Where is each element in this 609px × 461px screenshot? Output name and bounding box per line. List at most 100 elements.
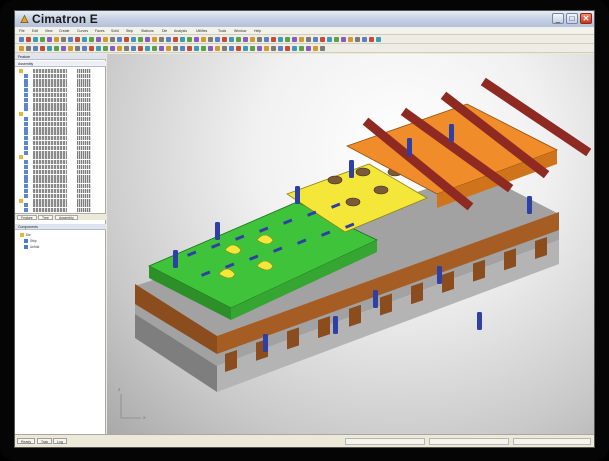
status-tab-task[interactable]: Task — [37, 438, 53, 444]
toolbar-tool-icon[interactable] — [89, 46, 94, 51]
toolbar-tool-icon[interactable] — [103, 46, 108, 51]
menu-item-utilities[interactable]: Utilities — [196, 29, 207, 33]
toolbar-tool-icon[interactable] — [117, 37, 122, 42]
toolbar-tool-icon[interactable] — [75, 37, 80, 42]
toolbar-tool-icon[interactable] — [285, 46, 290, 51]
toolbar-tool-icon[interactable] — [166, 46, 171, 51]
toolbar-tool-icon[interactable] — [278, 37, 283, 42]
toolbar-tool-icon[interactable] — [54, 46, 59, 51]
toolbar-tool-icon[interactable] — [40, 37, 45, 42]
toolbar-tool-icon[interactable] — [292, 46, 297, 51]
toolbar-tool-icon[interactable] — [131, 37, 136, 42]
menu-item-faces[interactable]: Faces — [95, 29, 105, 33]
toolbar-tool-icon[interactable] — [229, 46, 234, 51]
toolbar-tool-icon[interactable] — [208, 37, 213, 42]
graphics-viewport[interactable]: Z X — [107, 54, 594, 434]
toolbar-tool-icon[interactable] — [145, 37, 150, 42]
toolbar-tool-icon[interactable] — [257, 46, 262, 51]
toolbar-tool-icon[interactable] — [215, 37, 220, 42]
menu-item-strip[interactable]: Strip — [126, 29, 133, 33]
toolbar-tool-icon[interactable] — [173, 46, 178, 51]
status-tab-ready[interactable]: Ready — [17, 438, 36, 444]
toolbar-tool-icon[interactable] — [89, 37, 94, 42]
toolbar-tool-icon[interactable] — [180, 46, 185, 51]
toolbar-tool-icon[interactable] — [236, 37, 241, 42]
toolbar-tool-icon[interactable] — [243, 37, 248, 42]
toolbar-tool-icon[interactable] — [166, 37, 171, 42]
tab-assembly[interactable]: Assembly — [55, 215, 78, 220]
toolbar-tool-icon[interactable] — [229, 37, 234, 42]
toolbar-tool-icon[interactable] — [236, 46, 241, 51]
toolbar-tool-icon[interactable] — [320, 46, 325, 51]
toolbar-tool-icon[interactable] — [271, 46, 276, 51]
toolbar-tool-icon[interactable] — [159, 37, 164, 42]
toolbar-tool-icon[interactable] — [194, 37, 199, 42]
toolbar-tool-icon[interactable] — [222, 46, 227, 51]
toolbar-tool-icon[interactable] — [159, 46, 164, 51]
toolbar-tool-icon[interactable] — [306, 46, 311, 51]
tab-tree[interactable]: Tree — [38, 215, 53, 220]
tab-feature[interactable]: Feature — [17, 215, 37, 220]
toolbar-tool-icon[interactable] — [96, 37, 101, 42]
toolbar-tool-icon[interactable] — [96, 46, 101, 51]
toolbar-tool-icon[interactable] — [180, 37, 185, 42]
toolbar-tool-icon[interactable] — [201, 37, 206, 42]
toolbar-tool-icon[interactable] — [145, 46, 150, 51]
status-tab-log[interactable]: Log — [53, 438, 67, 444]
toolbar-tool-icon[interactable] — [26, 37, 31, 42]
menu-item-curves[interactable]: Curves — [77, 29, 88, 33]
toolbar-tool-icon[interactable] — [110, 46, 115, 51]
toolbar-tool-icon[interactable] — [341, 37, 346, 42]
list-item[interactable]: Unfold — [15, 244, 106, 250]
toolbar-tool-icon[interactable] — [264, 46, 269, 51]
toolbar-tool-icon[interactable] — [187, 46, 192, 51]
toolbar-tool-icon[interactable] — [61, 37, 66, 42]
toolbar-tool-icon[interactable] — [68, 37, 73, 42]
toolbar-tool-icon[interactable] — [334, 37, 339, 42]
menu-item-solid[interactable]: Solid — [111, 29, 119, 33]
toolbar-tool-icon[interactable] — [327, 37, 332, 42]
toolbar-tool-icon[interactable] — [152, 37, 157, 42]
toolbar-tool-icon[interactable] — [222, 37, 227, 42]
toolbar-tool-icon[interactable] — [138, 46, 143, 51]
toolbar-tool-icon[interactable] — [362, 37, 367, 42]
menu-item-edit[interactable]: Edit — [32, 29, 38, 33]
toolbar-tool-icon[interactable] — [194, 46, 199, 51]
toolbar-tool-icon[interactable] — [131, 46, 136, 51]
toolbar-tool-icon[interactable] — [348, 37, 353, 42]
toolbar-tool-icon[interactable] — [82, 37, 87, 42]
toolbar-tool-icon[interactable] — [40, 46, 45, 51]
menu-item-view[interactable]: View — [45, 29, 53, 33]
toolbar-tool-icon[interactable] — [299, 46, 304, 51]
toolbar-tool-icon[interactable] — [271, 37, 276, 42]
toolbar-tool-icon[interactable] — [33, 37, 38, 42]
toolbar-tool-icon[interactable] — [250, 37, 255, 42]
toolbar-tool-icon[interactable] — [117, 46, 122, 51]
toolbar-tool-icon[interactable] — [138, 37, 143, 42]
toolbar-tool-icon[interactable] — [152, 46, 157, 51]
toolbar-tool-icon[interactable] — [250, 46, 255, 51]
toolbar-tool-icon[interactable] — [201, 46, 206, 51]
toolbar-tool-icon[interactable] — [33, 46, 38, 51]
toolbar-tool-icon[interactable] — [19, 37, 24, 42]
toolbar-tool-icon[interactable] — [376, 37, 381, 42]
menu-item-die[interactable]: Die — [162, 29, 167, 33]
toolbar-tool-icon[interactable] — [47, 37, 52, 42]
toolbar-tool-icon[interactable] — [285, 37, 290, 42]
toolbar-tool-icon[interactable] — [264, 37, 269, 42]
toolbar-tool-icon[interactable] — [299, 37, 304, 42]
toolbar-tool-icon[interactable] — [103, 37, 108, 42]
toolbar-tool-icon[interactable] — [75, 46, 80, 51]
toolbar-tool-icon[interactable] — [68, 46, 73, 51]
toolbar-tool-icon[interactable] — [243, 46, 248, 51]
toolbar-tool-icon[interactable] — [124, 46, 129, 51]
toolbar-tool-icon[interactable] — [313, 37, 318, 42]
toolbar-tool-icon[interactable] — [124, 37, 129, 42]
menu-item-file[interactable]: File — [19, 29, 25, 33]
toolbar-tool-icon[interactable] — [110, 37, 115, 42]
toolbar-tool-icon[interactable] — [19, 46, 24, 51]
toolbar-tool-icon[interactable] — [47, 46, 52, 51]
toolbar-tool-icon[interactable] — [215, 46, 220, 51]
toolbar-tool-icon[interactable] — [278, 46, 283, 51]
title-bar[interactable]: Cimatron E _ □ ✕ — [15, 11, 594, 27]
